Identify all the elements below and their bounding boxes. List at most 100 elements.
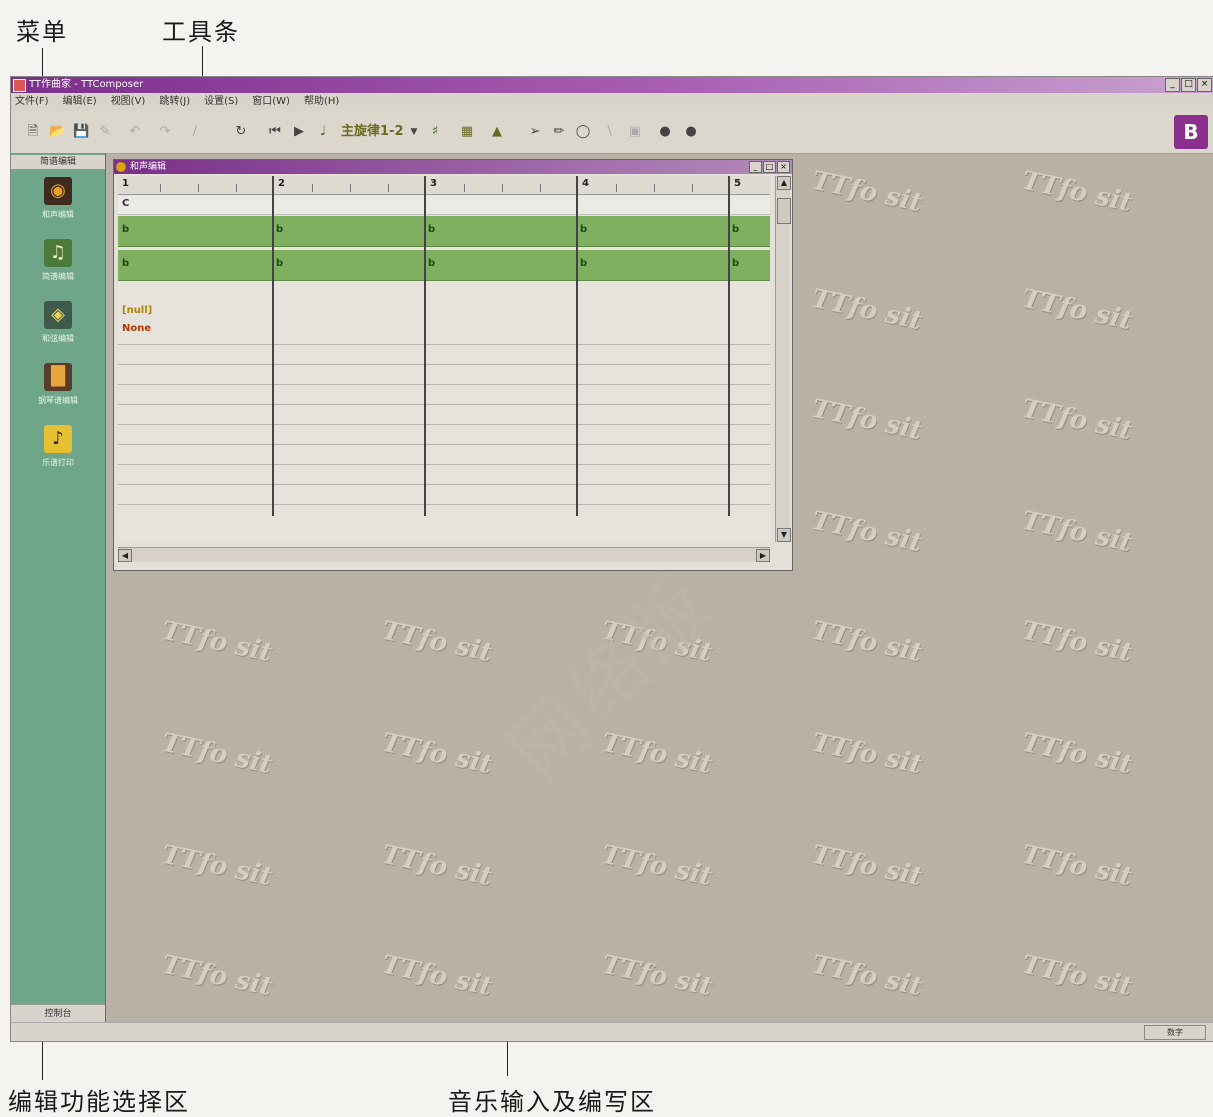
marquee-icon[interactable]: ▣ <box>627 123 643 141</box>
key-signature-icon[interactable]: ♯ <box>425 123 445 141</box>
grid-line <box>118 424 770 425</box>
none-label: None <box>122 323 152 334</box>
key-row[interactable]: C <box>118 196 770 215</box>
watermark-tile: TTfo sit <box>809 165 925 219</box>
menu-settings[interactable]: 设置(S) <box>204 93 238 111</box>
pencil-icon[interactable]: ✏ <box>551 123 567 141</box>
scroll-thumb[interactable] <box>777 198 791 224</box>
pattern-mark: b <box>122 258 130 269</box>
ruler-tick <box>160 184 161 192</box>
measure-number: 3 <box>430 178 437 189</box>
sidebar-item-notation[interactable]: ♫ 简谱编辑 <box>11 239 105 282</box>
vertical-scrollbar[interactable]: ▲ ▼ <box>775 176 791 542</box>
sidebar-item-print[interactable]: ♪ 乐谱打印 <box>11 425 105 468</box>
measure-number: 2 <box>278 178 285 189</box>
ruler-tick <box>236 184 237 192</box>
instrument-icon[interactable]: ♩ <box>315 123 331 141</box>
metronome-icon[interactable]: ▲ <box>489 123 505 141</box>
menu-window[interactable]: 窗口(W) <box>252 93 290 111</box>
sidebar-item-label: 和弦编辑 <box>42 334 74 343</box>
editor-maximize-button[interactable]: □ <box>763 161 776 173</box>
pattern-mark: b <box>428 224 436 235</box>
undo-icon[interactable]: ↶ <box>127 123 143 141</box>
watermark-tile: TTfo sit <box>159 949 275 1003</box>
watermark-tile: TTfo sit <box>1019 615 1135 669</box>
loop-icon[interactable]: ↻ <box>233 123 249 141</box>
scroll-down-icon[interactable]: ▼ <box>777 528 791 542</box>
callout-menu: 菜单 <box>16 18 68 46</box>
scroll-left-icon[interactable]: ◀ <box>118 549 132 562</box>
editor-title-bar[interactable]: 和声编辑 _ □ × <box>114 160 792 174</box>
measure-number: 4 <box>582 178 589 189</box>
menu-bar: 文件(F) 编辑(E) 视图(V) 跳转(J) 设置(S) 窗口(W) 帮助(H… <box>11 93 1213 111</box>
select-arrow-icon[interactable]: ➢ <box>527 123 543 141</box>
menu-edit[interactable]: 编辑(E) <box>63 93 97 111</box>
cut-icon[interactable]: / <box>187 123 203 141</box>
menu-file[interactable]: 文件(F) <box>15 93 49 111</box>
sidebar-item-harmony[interactable]: ◉ 和声编辑 <box>11 177 105 220</box>
piano-roll-icon: █ <box>44 363 72 391</box>
track-selector[interactable]: 主旋律1-2 <box>341 123 404 141</box>
watermark-tile: TTfo sit <box>1019 839 1135 893</box>
watermark-tile: TTfo sit <box>599 839 715 893</box>
measure-number: 1 <box>122 178 129 189</box>
save-icon[interactable]: 💾 <box>73 123 89 141</box>
pattern-mark: b <box>428 258 436 269</box>
editor-close-button[interactable]: × <box>777 161 790 173</box>
watermark-tile: TTfo sit <box>379 949 495 1003</box>
watermark-tile: TTfo sit <box>809 615 925 669</box>
harmony-icon: ◉ <box>44 177 72 205</box>
redo-icon[interactable]: ↷ <box>157 123 173 141</box>
menu-help[interactable]: 帮助(H) <box>304 93 339 111</box>
pattern-mark: b <box>276 224 284 235</box>
sidebar-item-piano-roll[interactable]: █ 钢琴谱编辑 <box>11 363 105 406</box>
zoom-out-icon[interactable]: ● <box>683 123 699 141</box>
ruler-tick <box>692 184 693 192</box>
rewind-icon[interactable]: ⏮ <box>267 123 283 141</box>
status-num-lock: 数字 <box>1144 1025 1206 1040</box>
menu-jump[interactable]: 跳转(J) <box>159 93 190 111</box>
play-icon[interactable]: ▶ <box>291 123 307 141</box>
pattern-mark: b <box>276 258 284 269</box>
grid-line <box>118 504 770 505</box>
close-button[interactable]: × <box>1197 78 1212 92</box>
grid-line <box>118 364 770 365</box>
title-bar[interactable]: TT作曲家 - TTComposer _ □ × <box>11 77 1213 93</box>
sidebar-item-chord[interactable]: ◈ 和弦编辑 <box>11 301 105 344</box>
sidebar-footer[interactable]: 控制台 <box>11 1004 105 1023</box>
pattern-row-2[interactable]: b b b b b <box>118 250 770 281</box>
grid-line <box>118 484 770 485</box>
harmony-editor-window[interactable]: 和声编辑 _ □ × 1 2 3 4 5 C b b b b b b b b b… <box>113 159 793 571</box>
watermark-tile: TTfo sit <box>809 505 925 559</box>
editor-minimize-button[interactable]: _ <box>749 161 762 173</box>
app-window: TT作曲家 - TTComposer _ □ × 文件(F) 编辑(E) 视图(… <box>10 76 1213 1042</box>
watermark-tile: TTfo sit <box>379 727 495 781</box>
watermark-tile: TTfo sit <box>599 949 715 1003</box>
edit-function-sidebar: 简谱编辑 ◉ 和声编辑 ♫ 简谱编辑 ◈ 和弦编辑 █ 钢琴谱编辑 ♪ 乐谱打印… <box>11 153 106 1023</box>
bar-line <box>424 176 426 516</box>
bar-line <box>272 176 274 516</box>
restore-button[interactable]: □ <box>1181 78 1196 92</box>
app-icon[interactable] <box>13 79 26 92</box>
open-folder-icon[interactable]: 📂 <box>49 123 65 141</box>
ruler-tick <box>616 184 617 192</box>
eraser-icon[interactable]: ◯ <box>575 123 591 141</box>
watermark-tile: TTfo sit <box>159 615 275 669</box>
status-bar: 数字 <box>11 1022 1213 1041</box>
menu-view[interactable]: 视图(V) <box>111 93 146 111</box>
line-tool-icon[interactable]: ∖ <box>601 123 617 141</box>
measure-ruler[interactable]: 1 2 3 4 5 <box>118 176 770 195</box>
zoom-in-icon[interactable]: ● <box>657 123 673 141</box>
edit-icon[interactable]: ✎ <box>97 123 113 141</box>
music-input-grid[interactable]: 1 2 3 4 5 C b b b b b b b b b b [null] N… <box>118 176 770 542</box>
toolbar: 🗎 📂 💾 ✎ ↶ ↷ / ↻ ⏮ ▶ ♩ 主旋律1-2 ▼ ♯ ▦ ▲ ➢ ✏… <box>11 111 1213 154</box>
new-file-icon[interactable]: 🗎 <box>25 123 41 141</box>
chevron-down-icon[interactable]: ▼ <box>409 123 419 141</box>
equalizer-icon[interactable]: ▦ <box>457 123 477 141</box>
scroll-right-icon[interactable]: ▶ <box>756 549 770 562</box>
pattern-row-1[interactable]: b b b b b <box>118 216 770 247</box>
minimize-button[interactable]: _ <box>1165 78 1180 92</box>
scroll-up-icon[interactable]: ▲ <box>777 176 791 190</box>
grid-line <box>118 404 770 405</box>
watermark-tile: TTfo sit <box>809 283 925 337</box>
